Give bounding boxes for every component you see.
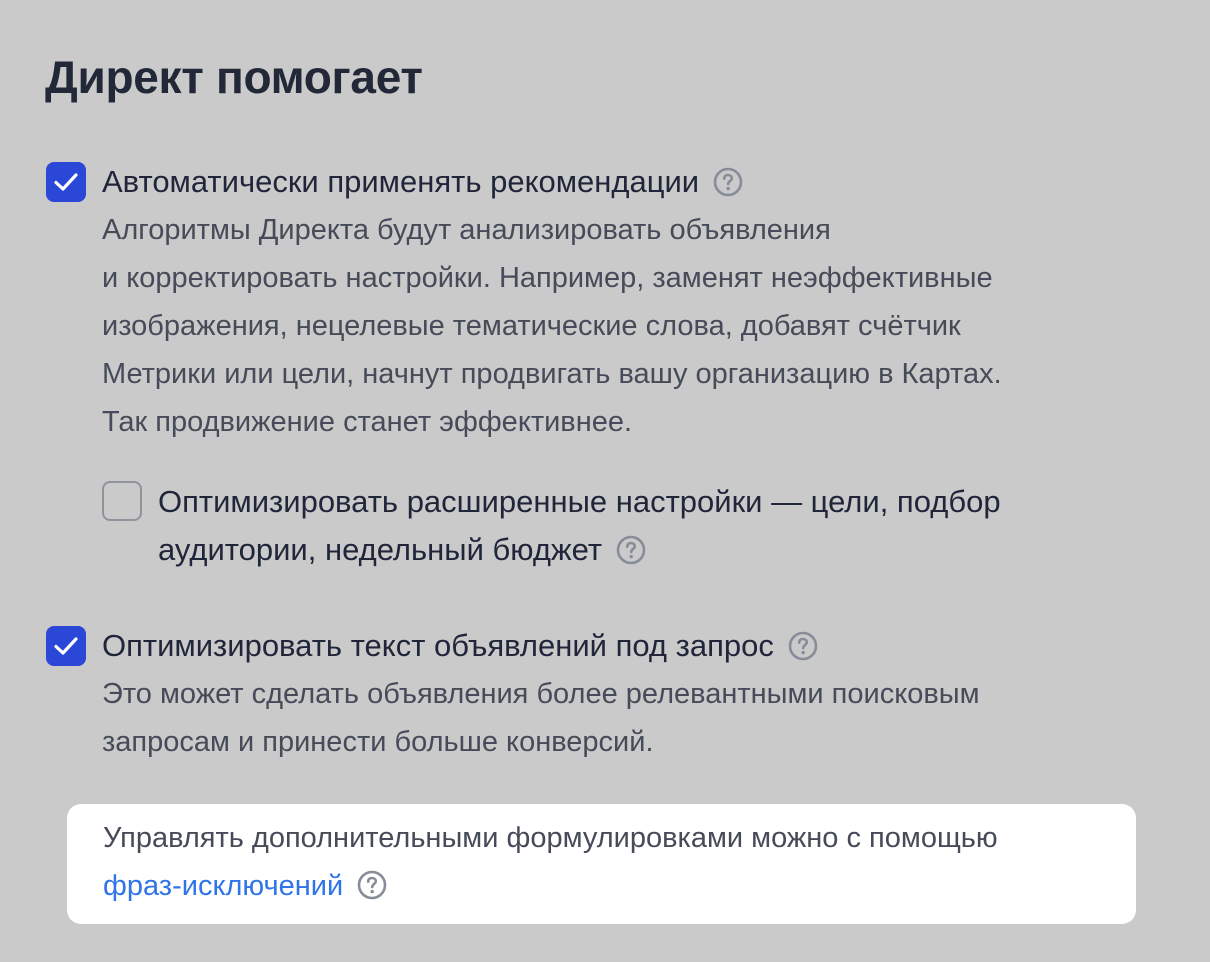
optimize-text-description-line: Это может сделать объявления более релев…	[102, 678, 980, 710]
auto-apply-description-line: Метрики или цели, начнут продвигать вашу…	[102, 358, 1002, 390]
auto-apply-row: Автоматически применять рекомендации	[102, 158, 743, 206]
exclusion-phrases-link[interactable]: фраз-исключений	[103, 870, 343, 902]
optimize-text-checkbox[interactable]	[46, 626, 86, 666]
advanced-settings-label-line: аудитории, недельный бюджет	[158, 532, 603, 567]
advanced-settings-label-row: аудитории, недельный бюджет	[158, 526, 1001, 574]
question-circle-icon[interactable]	[616, 531, 646, 565]
page-title: Директ помогает	[45, 51, 423, 103]
auto-apply-description: Алгоритмы Директа будут анализировать об…	[102, 206, 1002, 446]
auto-apply-description-line: Так продвижение станет эффективнее.	[102, 406, 633, 438]
auto-apply-checkbox[interactable]	[46, 162, 86, 202]
advanced-settings-checkbox[interactable]	[102, 481, 142, 521]
auto-apply-description-line: изображения, нецелевые тематические слов…	[102, 310, 961, 342]
advanced-settings-label[interactable]: Оптимизировать расширенные настройки — ц…	[158, 478, 1001, 574]
question-circle-icon[interactable]	[357, 867, 387, 900]
optimize-text-description: Это может сделать объявления более релев…	[102, 670, 980, 766]
checkmark-icon	[54, 173, 78, 191]
auto-apply-description-line: и корректировать настройки. Например, за…	[102, 262, 993, 294]
optimize-text-row: Оптимизировать текст объявлений под запр…	[102, 622, 818, 670]
optimize-text-label[interactable]: Оптимизировать текст объявлений под запр…	[102, 628, 774, 663]
question-circle-icon[interactable]	[788, 627, 818, 661]
advanced-settings-label-line: Оптимизировать расширенные настройки — ц…	[158, 484, 1001, 519]
info-card-text: Управлять дополнительными формулировками…	[103, 814, 998, 910]
info-card-link-row: фраз-исключений	[103, 862, 998, 910]
question-circle-icon[interactable]	[713, 163, 743, 197]
optimize-text-description-line: запросам и принести больше конверсий.	[102, 726, 654, 758]
auto-apply-description-line: Алгоритмы Директа будут анализировать об…	[102, 214, 831, 246]
info-card-line: Управлять дополнительными формулировками…	[103, 822, 998, 854]
checkmark-icon	[54, 637, 78, 655]
auto-apply-label[interactable]: Автоматически применять рекомендации	[102, 164, 699, 199]
info-card: Управлять дополнительными формулировками…	[67, 804, 1136, 924]
